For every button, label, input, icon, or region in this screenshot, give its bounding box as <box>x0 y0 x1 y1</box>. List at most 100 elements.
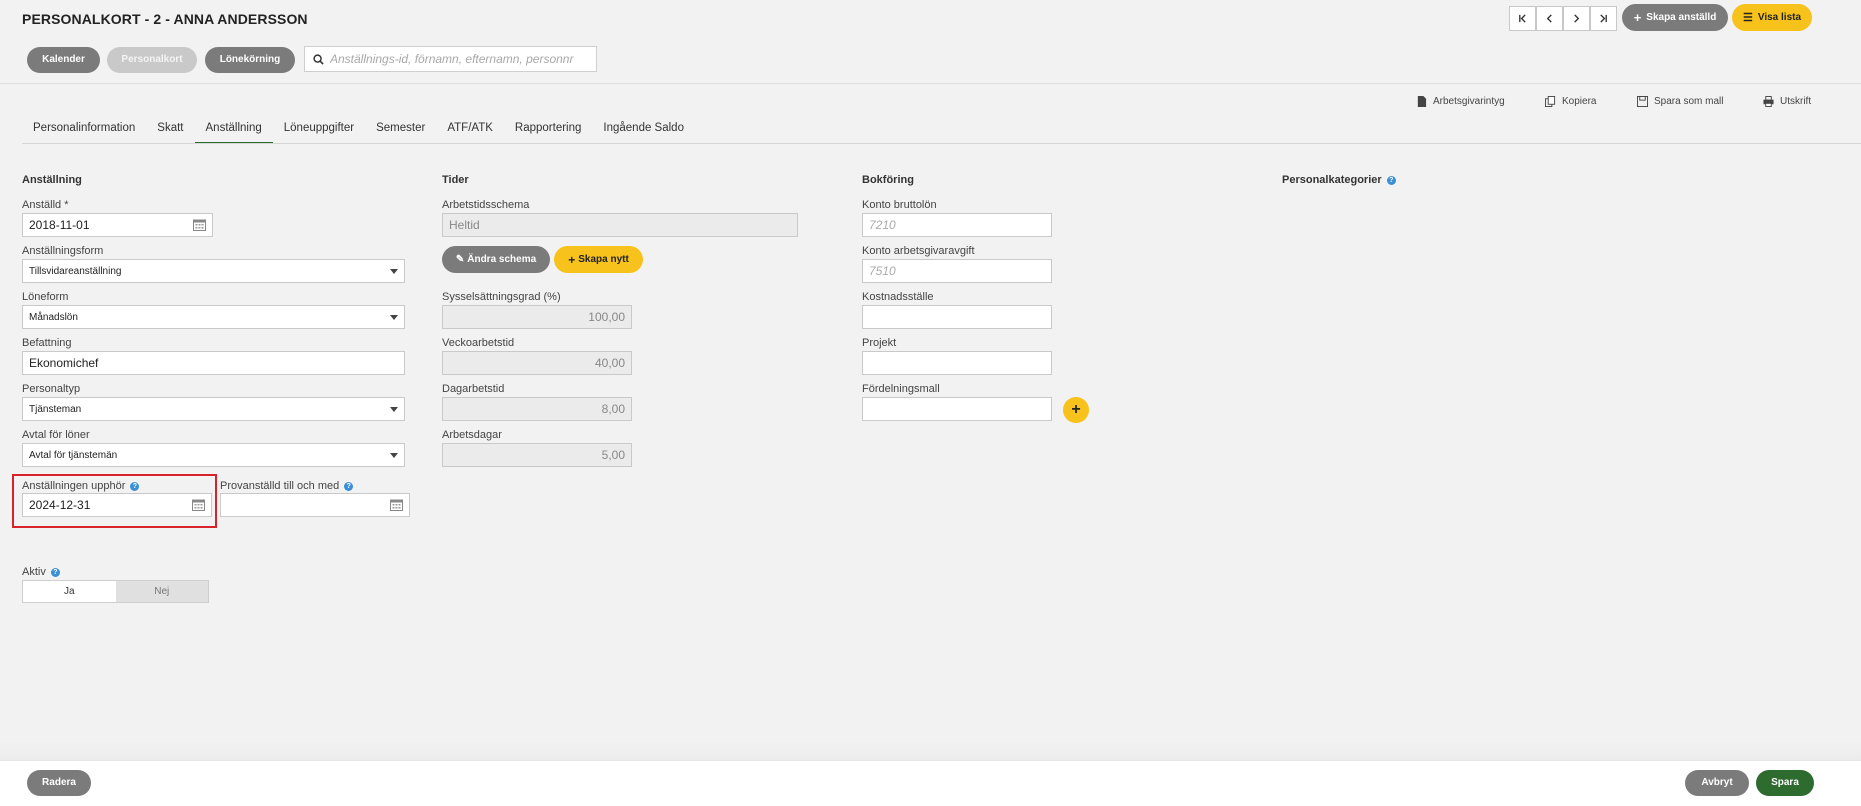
show-list-button[interactable]: ☰ Visa lista <box>1732 4 1812 31</box>
weekly-hours-field: 40,00 <box>442 351 632 375</box>
tab-personalinformation[interactable]: Personalinformation <box>22 116 146 144</box>
weekly-hours-label: Veckoarbetstid <box>442 337 515 349</box>
employment-form-label: Anställningsform <box>22 245 104 257</box>
probation-label: Provanställd till och med ? <box>220 480 354 492</box>
cost-center-label: Kostnadsställe <box>862 291 934 303</box>
calendar-icon[interactable] <box>390 499 403 511</box>
chevron-down-icon <box>390 452 398 458</box>
search-input[interactable] <box>330 52 596 66</box>
change-schedule-label: Ändra schema <box>467 253 537 265</box>
tab-rapportering[interactable]: Rapportering <box>504 116 592 144</box>
plus-icon: + <box>568 252 576 267</box>
project-label: Projekt <box>862 337 897 349</box>
prev-record-button[interactable] <box>1536 6 1563 31</box>
employment-form-select[interactable]: Tillsvidareanställning <box>22 259 405 283</box>
lonekorning-button[interactable]: Lönekörning <box>205 47 295 73</box>
add-distribution-button[interactable]: + <box>1063 397 1089 423</box>
chevron-down-icon <box>390 268 398 274</box>
weekly-hours-value: 40,00 <box>594 356 625 370</box>
occupancy-field: 100,00 <box>442 305 632 329</box>
help-icon[interactable]: ? <box>344 482 354 491</box>
accounting-title: Bokföring <box>862 174 914 186</box>
save-icon <box>1637 96 1648 107</box>
next-record-button[interactable] <box>1563 6 1590 31</box>
plus-icon: + <box>1071 401 1081 418</box>
employed-date-field[interactable]: 2018-11-01 <box>22 213 213 237</box>
staff-type-value: Tjänsteman <box>29 403 82 415</box>
print-label: Utskrift <box>1780 96 1812 107</box>
salary-form-value: Månadslön <box>29 311 78 323</box>
last-record-button[interactable] <box>1590 6 1617 31</box>
create-schedule-label: Skapa nytt <box>578 253 629 265</box>
position-input[interactable]: Ekonomichef <box>22 351 405 375</box>
help-icon[interactable]: ? <box>1386 176 1396 185</box>
agreement-value: Avtal för tjänstemän <box>29 449 118 461</box>
gross-account-input[interactable]: 7210 <box>862 213 1052 237</box>
probation-label-text: Provanställd till och med <box>220 480 340 492</box>
active-yes-option[interactable]: Ja <box>23 581 116 602</box>
plus-icon: + <box>1633 9 1642 25</box>
printer-icon <box>1763 96 1774 107</box>
kalender-button[interactable]: Kalender <box>27 47 100 73</box>
calendar-icon[interactable] <box>193 219 206 231</box>
last-icon <box>1600 14 1607 23</box>
fee-account-input[interactable]: 7510 <box>862 259 1052 283</box>
personalkort-button[interactable]: Personalkort <box>107 47 197 73</box>
salary-form-select[interactable]: Månadslön <box>22 305 405 329</box>
active-toggle: Ja Nej <box>22 580 209 603</box>
staff-type-select[interactable]: Tjänsteman <box>22 397 405 421</box>
print-action[interactable]: Utskrift <box>1763 96 1811 107</box>
tab-skatt[interactable]: Skatt <box>146 116 194 144</box>
project-input[interactable] <box>862 351 1052 375</box>
chevron-down-icon <box>390 406 398 412</box>
chevron-left-icon <box>1546 14 1552 23</box>
first-record-button[interactable] <box>1509 6 1536 31</box>
active-label: Aktiv ? <box>22 566 60 578</box>
help-icon[interactable]: ? <box>130 482 140 491</box>
cancel-button[interactable]: Avbryt <box>1685 770 1749 796</box>
fee-account-placeholder: 7510 <box>869 264 896 278</box>
tab-anstallning[interactable]: Anställning <box>194 116 273 144</box>
employer-cert-action[interactable]: Arbetsgivarintyg <box>1416 96 1505 107</box>
distribution-input[interactable] <box>862 397 1052 421</box>
tab-semester[interactable]: Semester <box>365 116 436 144</box>
agreement-select[interactable]: Avtal för tjänstemän <box>22 443 405 467</box>
show-list-label: Visa lista <box>1757 11 1802 23</box>
end-date-value: 2024-12-31 <box>29 498 91 512</box>
delete-button[interactable]: Radera <box>27 770 91 796</box>
cost-center-input[interactable] <box>862 305 1052 329</box>
tab-ingaende-saldo[interactable]: Ingående Saldo <box>592 116 695 144</box>
schedule-value: Heltid <box>449 218 480 232</box>
create-employee-label: Skapa anställd <box>1646 11 1717 23</box>
categories-title: Personalkategorier <box>1282 174 1382 186</box>
search-box[interactable] <box>304 46 597 72</box>
active-label-text: Aktiv <box>22 566 46 578</box>
probation-date-field[interactable] <box>220 493 410 517</box>
daily-hours-label: Dagarbetstid <box>442 383 505 395</box>
create-schedule-button[interactable]: + Skapa nytt <box>554 246 643 273</box>
create-employee-button[interactable]: + Skapa anställd <box>1622 4 1728 31</box>
workdays-label: Arbetsdagar <box>442 429 502 441</box>
copy-action[interactable]: Kopiera <box>1545 96 1596 107</box>
list-icon: ☰ <box>1742 11 1753 24</box>
tab-loneuppgifter[interactable]: Löneuppgifter <box>273 116 365 144</box>
times-title: Tider <box>442 174 469 186</box>
active-no-option[interactable]: Nej <box>115 581 208 602</box>
salary-form-label: Löneform <box>22 291 69 303</box>
end-date-label-text: Anställningen upphör <box>22 480 126 492</box>
help-icon[interactable]: ? <box>50 568 60 577</box>
end-date-label: Anställningen upphör ? <box>22 480 140 492</box>
footer-shadow <box>0 740 1861 760</box>
pencil-icon: ✎ <box>455 253 465 265</box>
distribution-label: Fördelningsmall <box>862 383 940 395</box>
occupancy-value: 100,00 <box>588 310 625 324</box>
change-schedule-button[interactable]: ✎ Ändra schema <box>442 246 550 273</box>
end-date-field[interactable]: 2024-12-31 <box>22 493 212 517</box>
calendar-icon[interactable] <box>192 499 205 511</box>
footer-bar <box>0 760 1861 806</box>
save-template-action[interactable]: Spara som mall <box>1637 96 1723 107</box>
copy-label: Kopiera <box>1562 96 1597 107</box>
tab-atf-atk[interactable]: ATF/ATK <box>436 116 504 144</box>
save-button[interactable]: Spara <box>1756 770 1814 796</box>
employed-date-value: 2018-11-01 <box>29 218 90 232</box>
